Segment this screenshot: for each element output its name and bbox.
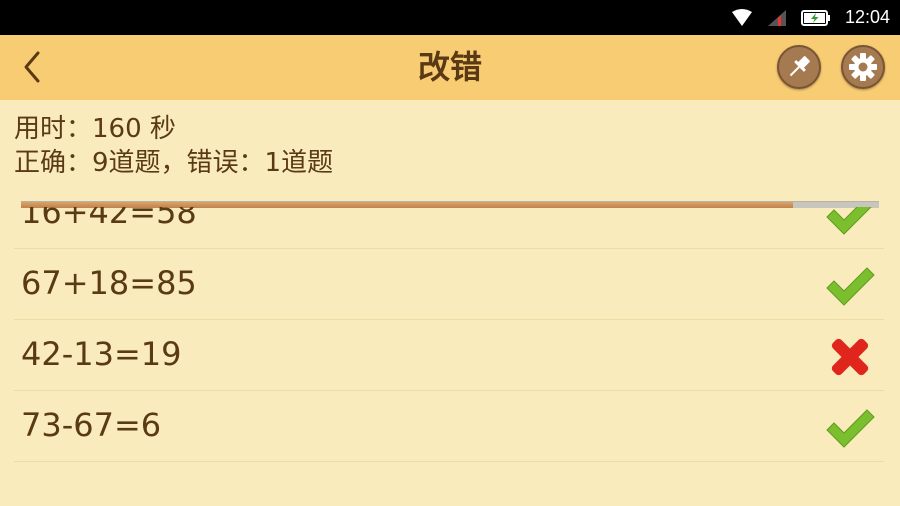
problem-equation: 16+42=58	[21, 207, 197, 231]
wifi-icon	[731, 8, 753, 27]
problem-equation: 67+18=85	[21, 264, 197, 302]
battery-icon	[800, 9, 831, 26]
page-title: 改错	[417, 48, 482, 86]
score-text: 正确：9道题，错误：1道题	[14, 148, 334, 178]
back-button[interactable]	[14, 49, 50, 85]
gear-icon	[849, 53, 877, 81]
pin-icon	[789, 56, 810, 77]
problem-equation: 73-67=6	[21, 406, 162, 444]
problem-equation: 42-13=19	[21, 335, 182, 373]
chevron-left-icon	[24, 51, 40, 83]
problem-row[interactable]: 16+42=58	[14, 207, 884, 249]
time-used-text: 用时：160 秒	[14, 114, 176, 144]
toolbar: 改错	[0, 35, 900, 100]
cell-signal-icon	[767, 9, 787, 27]
check-icon	[824, 207, 876, 237]
problem-list[interactable]: 16+42=58 67+18=85 42-13=19 73-67=6	[14, 207, 884, 506]
status-time: 12:04	[844, 7, 890, 27]
pin-button[interactable]	[777, 45, 821, 89]
result-summary: 用时：160 秒 正确：9道题，错误：1道题	[14, 112, 333, 180]
status-bar: 12:04	[0, 0, 900, 35]
problem-row[interactable]: 73-67=6	[14, 390, 884, 462]
settings-button[interactable]	[841, 45, 885, 89]
problem-row[interactable]: 42-13=19	[14, 319, 884, 391]
problem-row[interactable]: 67+18=85	[14, 248, 884, 320]
check-icon	[824, 406, 876, 450]
check-icon	[824, 264, 876, 308]
cross-icon	[824, 335, 876, 379]
